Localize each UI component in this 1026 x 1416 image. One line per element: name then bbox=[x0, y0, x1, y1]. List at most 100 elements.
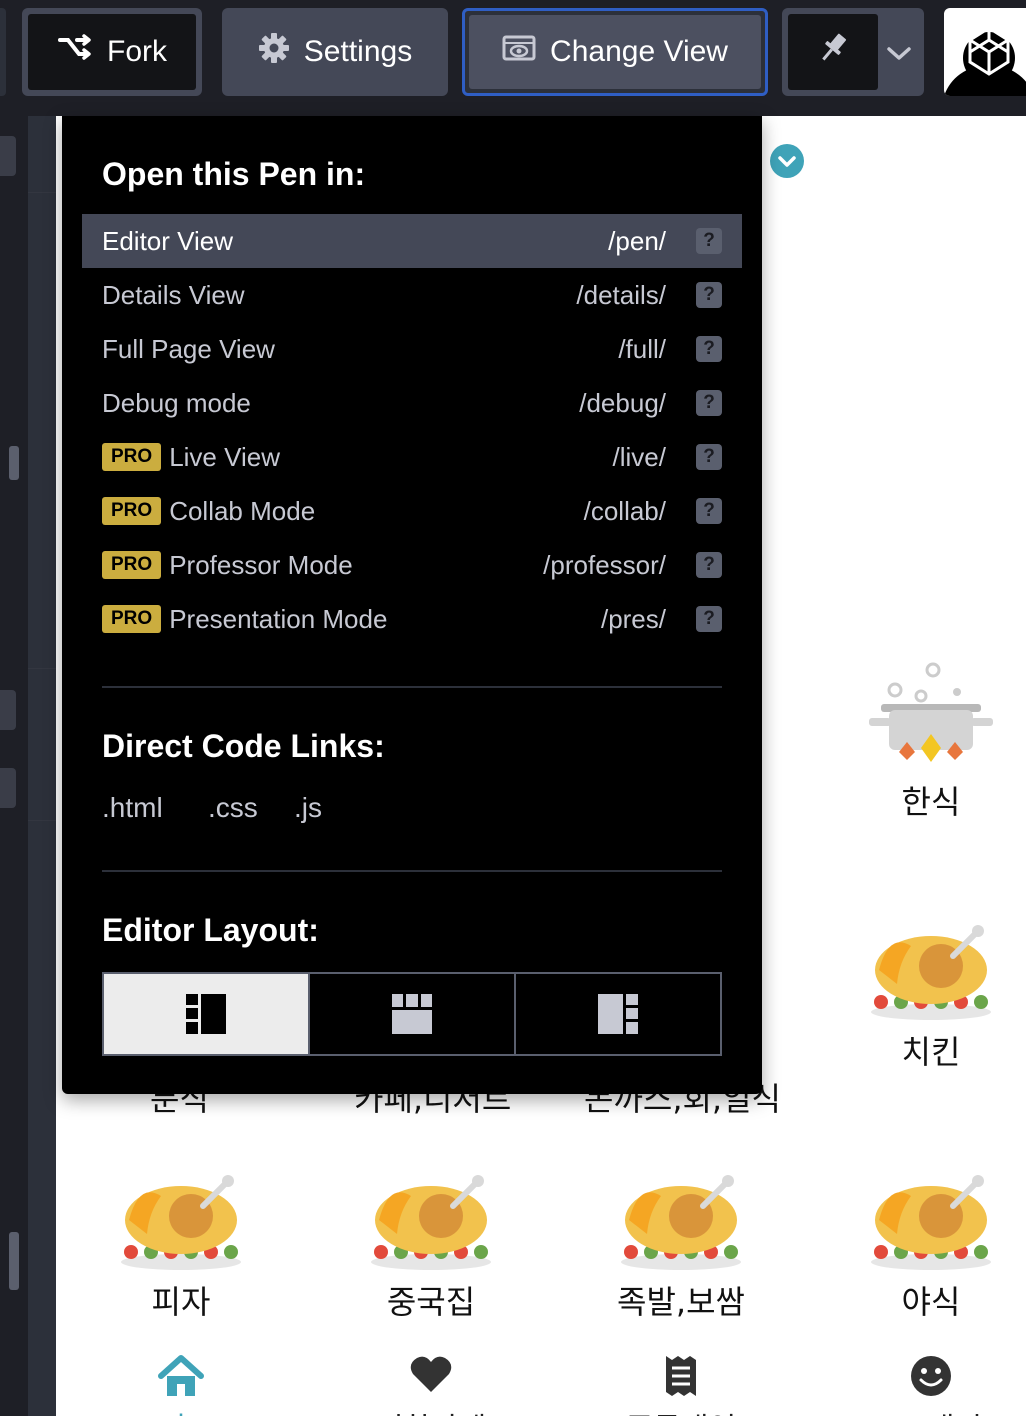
view-name: Presentation Mode bbox=[169, 603, 388, 634]
category-jokbal[interactable]: 족발,보쌈 bbox=[611, 1162, 751, 1323]
view-option-presentation[interactable]: PRO Presentation Mode /pres/ ? bbox=[82, 592, 742, 646]
view-path: /professor/ bbox=[543, 549, 666, 580]
change-view-dropdown: Open this Pen in: Editor View /pen/ ? De… bbox=[62, 116, 762, 1094]
fork-button[interactable]: Fork bbox=[22, 8, 202, 96]
tab-orders[interactable]: 주문내역 bbox=[601, 1354, 761, 1416]
fork-label: Fork bbox=[107, 35, 167, 68]
view-option-debug[interactable]: Debug mode /debug/ ? bbox=[82, 376, 742, 430]
layout-top-button[interactable] bbox=[310, 974, 516, 1054]
chicken-icon bbox=[621, 1175, 741, 1270]
category-label: 한식 bbox=[901, 783, 961, 821]
category-label: 치킨 bbox=[901, 1033, 961, 1071]
js-link[interactable]: .js bbox=[294, 792, 322, 824]
help-icon[interactable]: ? bbox=[696, 390, 722, 416]
panel-divider bbox=[28, 668, 56, 669]
category-pizza[interactable]: 피자 bbox=[111, 1162, 251, 1323]
smile-icon bbox=[911, 1356, 951, 1396]
pin-button[interactable] bbox=[788, 14, 878, 90]
chicken-icon bbox=[871, 1175, 991, 1270]
view-path: /debug/ bbox=[579, 387, 666, 418]
help-icon[interactable]: ? bbox=[696, 336, 722, 362]
resize-handle[interactable] bbox=[9, 1232, 19, 1290]
layout-left-button[interactable] bbox=[104, 974, 310, 1054]
layout-right-icon bbox=[598, 994, 638, 1034]
heart-icon bbox=[410, 1356, 452, 1392]
view-option-details[interactable]: Details View /details/ ? bbox=[82, 268, 742, 322]
open-pen-heading: Open this Pen in: bbox=[102, 156, 366, 192]
pro-badge: PRO bbox=[102, 605, 162, 633]
help-icon[interactable]: ? bbox=[696, 552, 722, 578]
view-option-editor[interactable]: Editor View /pen/ ? bbox=[82, 214, 742, 268]
editor-layout-heading: Editor Layout: bbox=[102, 912, 319, 948]
view-name: Collab Mode bbox=[169, 495, 316, 526]
tab-label: 홈 bbox=[101, 1404, 261, 1416]
help-icon[interactable]: ? bbox=[696, 444, 722, 470]
help-icon[interactable]: ? bbox=[696, 606, 722, 632]
help-icon[interactable]: ? bbox=[696, 228, 722, 254]
css-panel-stub[interactable] bbox=[0, 690, 16, 730]
category-label: 중국집 bbox=[386, 1283, 476, 1321]
layout-top-icon bbox=[392, 994, 432, 1034]
gear-icon bbox=[258, 32, 290, 72]
top-toolbar: Fork Settings Change View bbox=[0, 0, 1026, 116]
view-name: Details View bbox=[102, 279, 245, 310]
view-path: /details/ bbox=[576, 279, 666, 310]
view-path: /pen/ bbox=[608, 225, 666, 256]
editor-panels-strip bbox=[0, 116, 56, 1416]
chicken-icon bbox=[121, 1175, 241, 1270]
pot-icon bbox=[869, 662, 993, 762]
change-view-label: Change View bbox=[550, 35, 728, 68]
section-divider bbox=[102, 686, 722, 688]
pin-icon bbox=[818, 31, 848, 73]
settings-button[interactable]: Settings bbox=[222, 8, 448, 96]
category-label: 야식 bbox=[901, 1283, 961, 1321]
css-link[interactable]: .css bbox=[208, 792, 258, 824]
pin-menu-button[interactable] bbox=[782, 8, 924, 96]
help-icon[interactable]: ? bbox=[696, 282, 722, 308]
view-name: Full Page View bbox=[102, 333, 275, 364]
tab-label: 주문내역 bbox=[601, 1404, 761, 1416]
pro-badge: PRO bbox=[102, 551, 162, 579]
eye-window-icon bbox=[502, 35, 536, 69]
view-name: Live View bbox=[169, 441, 280, 472]
view-path: /full/ bbox=[618, 333, 666, 364]
tab-home[interactable]: 홈 bbox=[101, 1354, 261, 1416]
editor-layout-selector bbox=[102, 972, 722, 1056]
change-view-button[interactable]: Change View bbox=[462, 8, 768, 96]
category-chicken[interactable]: 치킨 bbox=[861, 912, 1001, 1073]
tab-favorites[interactable]: 찜한가게 bbox=[351, 1354, 511, 1416]
view-option-full-page[interactable]: Full Page View /full/ ? bbox=[82, 322, 742, 376]
help-icon[interactable]: ? bbox=[696, 498, 722, 524]
view-name: Debug mode bbox=[102, 387, 251, 418]
fork-icon bbox=[57, 33, 93, 71]
html-link[interactable]: .html bbox=[102, 792, 163, 824]
view-name: Editor View bbox=[102, 225, 234, 256]
layout-left-icon bbox=[186, 994, 226, 1034]
pin-dropdown-toggle[interactable] bbox=[880, 14, 918, 90]
tab-label: 찜한가게 bbox=[351, 1404, 511, 1416]
panel-divider bbox=[28, 820, 56, 821]
view-path: /collab/ bbox=[583, 495, 666, 526]
view-option-professor[interactable]: PRO Professor Mode /professor/ ? bbox=[82, 538, 742, 592]
panel-divider bbox=[28, 192, 56, 193]
js-panel-stub[interactable] bbox=[0, 768, 16, 808]
view-option-collab[interactable]: PRO Collab Mode /collab/ ? bbox=[82, 484, 742, 538]
view-path: /pres/ bbox=[600, 603, 666, 634]
category-late-night[interactable]: 야식 bbox=[861, 1162, 1001, 1323]
resize-handle[interactable] bbox=[9, 446, 19, 480]
view-option-live[interactable]: PRO Live View /live/ ? bbox=[82, 430, 742, 484]
view-path: /live/ bbox=[612, 441, 666, 472]
chicken-icon bbox=[371, 1175, 491, 1270]
tab-my[interactable]: my배민 bbox=[851, 1354, 1011, 1416]
category-chinese[interactable]: 중국집 bbox=[361, 1162, 501, 1323]
category-korean[interactable]: 한식 bbox=[861, 662, 1001, 823]
layout-right-button[interactable] bbox=[516, 974, 720, 1054]
collapse-chevron-icon[interactable] bbox=[770, 144, 804, 178]
code-links-heading: Direct Code Links: bbox=[102, 728, 385, 764]
tab-label: my배민 bbox=[851, 1404, 1011, 1416]
pro-badge: PRO bbox=[102, 443, 162, 471]
toolbar-edge-button[interactable] bbox=[0, 8, 6, 96]
html-panel-stub[interactable] bbox=[0, 136, 16, 176]
home-icon bbox=[158, 1355, 204, 1396]
user-avatar[interactable] bbox=[944, 8, 1026, 96]
